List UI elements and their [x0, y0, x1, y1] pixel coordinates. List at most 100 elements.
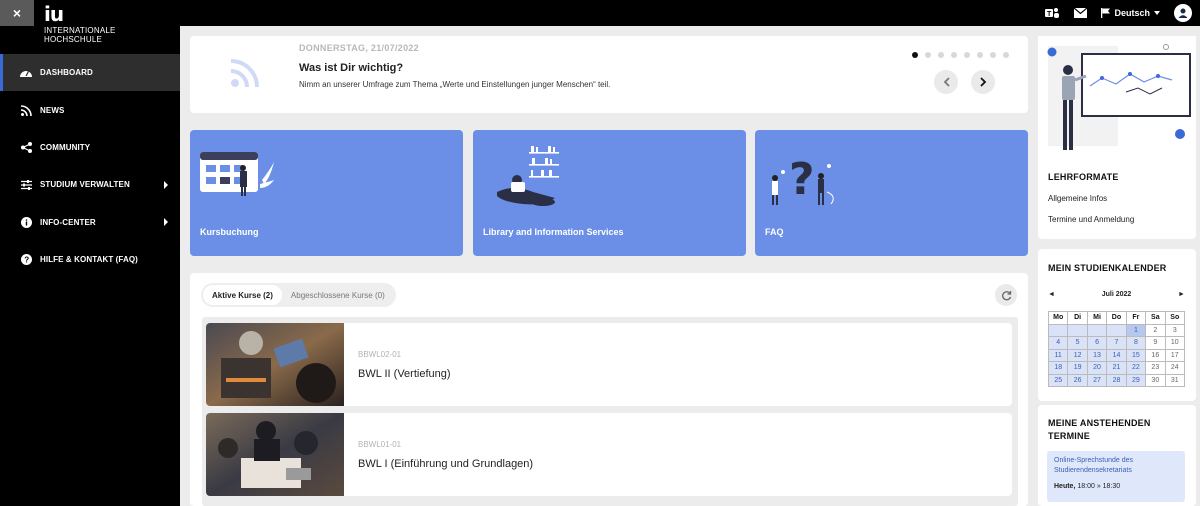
termin-day: Heute,	[1054, 483, 1076, 490]
calendar-day[interactable]: 8	[1125, 336, 1147, 350]
carousel-dot[interactable]	[977, 52, 983, 58]
calendar-day[interactable]: 19	[1067, 361, 1088, 375]
carousel-dot[interactable]	[990, 52, 996, 58]
calendar-day[interactable]: 29	[1125, 373, 1147, 387]
calendar-day[interactable]: 12	[1067, 348, 1088, 362]
calendar-day[interactable]: 10	[1164, 336, 1186, 350]
user-icon[interactable]	[1174, 4, 1192, 22]
chevron-down-icon	[1154, 11, 1160, 15]
calendar-prev-button[interactable]: ◄	[1048, 291, 1055, 298]
calendar-day[interactable]: 27	[1086, 373, 1108, 387]
calendar-day[interactable]: 16	[1145, 348, 1166, 362]
svg-text:?: ?	[789, 154, 815, 205]
calendar-day[interactable]: 30	[1145, 373, 1166, 387]
termine-title: MEINE ANSTEHENDEN TERMINE	[1048, 417, 1151, 443]
course-card[interactable]: BBWL01-01 BWL I (Einführung und Grundlag…	[206, 413, 1012, 496]
link-termine-anmeldung[interactable]: Termine und Anmeldung	[1048, 215, 1134, 224]
weekday-header: Mi	[1086, 311, 1108, 325]
calendar-day[interactable]: 17	[1164, 348, 1186, 362]
announcement-text: Nimm an unserer Umfrage zum Thema „Werte…	[299, 80, 611, 89]
close-sidebar-button[interactable]: ×	[0, 0, 34, 26]
tile-faq[interactable]: ? FAQ	[755, 130, 1028, 256]
sidebar-item-label: NEWS	[40, 105, 65, 115]
calendar-day[interactable]: 20	[1086, 361, 1108, 375]
studienkalender-card: MEIN STUDIENKALENDER ◄ Juli 2022 ► Mo Di M…	[1038, 249, 1196, 401]
tab-aktive-kurse[interactable]: Aktive Kurse (2)	[203, 285, 282, 305]
sidebar-item-news[interactable]: NEWS	[0, 91, 180, 128]
carousel-next-button[interactable]	[971, 70, 995, 94]
calendar-day[interactable]: 18	[1047, 361, 1069, 375]
carousel-prev-button[interactable]	[934, 70, 958, 94]
sidebar-item-info-center[interactable]: INFO-CENTER	[0, 204, 180, 241]
calendar-day[interactable]: 9	[1145, 336, 1166, 350]
course-list: BBWL02-01 BWL II (Vertiefung) BBWL01-01 …	[202, 317, 1018, 506]
sidebar-item-community[interactable]: COMMUNITY	[0, 129, 180, 166]
tile-library[interactable]: Library and Information Services	[473, 130, 746, 256]
carousel-dots	[912, 52, 1009, 58]
calendar-day[interactable]: 13	[1086, 348, 1108, 362]
calendar-next-button[interactable]: ►	[1178, 291, 1185, 298]
teams-icon[interactable]: T	[1044, 6, 1060, 20]
calendar-day[interactable]: 24	[1164, 361, 1186, 375]
sidebar-item-studium-verwalten[interactable]: STUDIUM VERWALTEN	[0, 166, 180, 203]
calendar-day[interactable]: 21	[1106, 361, 1127, 375]
calendar-day[interactable]: 22	[1125, 361, 1147, 375]
help-icon: ?	[20, 254, 32, 266]
calendar-day[interactable]: 28	[1106, 373, 1127, 387]
logo[interactable]: iu	[44, 2, 64, 26]
calendar-day[interactable]: 7	[1106, 336, 1127, 350]
calendar-day[interactable]: 31	[1164, 373, 1186, 387]
calendar-day[interactable]: 2	[1145, 323, 1166, 337]
calendar-day[interactable]: 14	[1106, 348, 1127, 362]
top-bar: × T Deutsch	[0, 0, 1200, 26]
carousel-dot[interactable]	[938, 52, 944, 58]
calendar-grid: Mo Di Mi Do Fr Sa So 1 2 3 4 5 6 7 8 9 10 11 12 13 14 15 16 17…	[1047, 311, 1186, 387]
chevron-right-icon	[164, 180, 168, 189]
calendar-day[interactable]: 25	[1047, 373, 1069, 387]
calendar-empty-cell	[1067, 323, 1088, 337]
svg-text:?: ?	[24, 256, 29, 265]
calendar-day[interactable]: 6	[1086, 336, 1108, 350]
courses-panel: Aktive Kurse (2) Abgeschlossene Kurse (0…	[190, 273, 1028, 506]
course-code: BBWL02-01	[358, 350, 402, 359]
calendar-day[interactable]: 15	[1125, 348, 1147, 362]
course-name[interactable]: BWL I (Einführung und Grundlagen)	[358, 458, 533, 470]
rss-icon	[230, 59, 259, 88]
calendar-illustration-icon	[200, 152, 274, 196]
sidebar: DASHBOARD NEWS COMMUNITY STUDIUM VERWALT…	[0, 26, 180, 506]
announcement-date: DONNERSTAG, 21/07/2022	[299, 43, 419, 53]
carousel-dot[interactable]	[912, 52, 918, 58]
mail-icon[interactable]	[1074, 8, 1088, 18]
link-allgemeine-infos[interactable]: Allgemeine Infos	[1048, 194, 1107, 203]
calendar-day[interactable]: 23	[1145, 361, 1166, 375]
sidebar-item-dashboard[interactable]: DASHBOARD	[0, 54, 180, 92]
language-selector[interactable]: Deutsch	[1101, 8, 1160, 18]
course-card[interactable]: BBWL02-01 BWL II (Vertiefung)	[206, 323, 1012, 406]
dashboard-icon	[20, 67, 32, 79]
course-name[interactable]: BWL II (Vertiefung)	[358, 368, 451, 380]
refresh-button[interactable]	[995, 284, 1017, 306]
calendar-day[interactable]: 1	[1125, 323, 1147, 337]
calendar-day[interactable]: 4	[1047, 336, 1069, 350]
carousel-dot[interactable]	[1003, 52, 1009, 58]
course-code: BBWL01-01	[358, 440, 402, 449]
calendar-nav: ◄ Juli 2022 ►	[1048, 291, 1185, 298]
tab-abgeschlossene-kurse[interactable]: Abgeschlossene Kurse (0)	[282, 285, 394, 305]
language-label: Deutsch	[1114, 8, 1150, 18]
calendar-day[interactable]: 5	[1067, 336, 1088, 350]
weekday-header: So	[1164, 311, 1186, 325]
calendar-day[interactable]: 3	[1164, 323, 1186, 337]
termin-item[interactable]: Online-Sprechstunde des Studierendensekr…	[1047, 451, 1185, 502]
tile-kursbuchung[interactable]: Kursbuchung	[190, 130, 463, 256]
carousel-dot[interactable]	[925, 52, 931, 58]
sidebar-item-label: HILFE & KONTAKT (FAQ)	[40, 255, 138, 265]
rss-icon	[20, 104, 32, 116]
calendar-day[interactable]: 26	[1067, 373, 1088, 387]
sidebar-item-hilfe-kontakt[interactable]: ? HILFE & KONTAKT (FAQ)	[0, 241, 180, 278]
calendar-day[interactable]: 11	[1047, 348, 1069, 362]
chevron-right-icon	[164, 218, 168, 227]
termin-title[interactable]: Online-Sprechstunde des Studierendensekr…	[1054, 456, 1179, 476]
carousel-dot[interactable]	[964, 52, 970, 58]
carousel-dot[interactable]	[951, 52, 957, 58]
tile-label: FAQ	[765, 227, 784, 237]
